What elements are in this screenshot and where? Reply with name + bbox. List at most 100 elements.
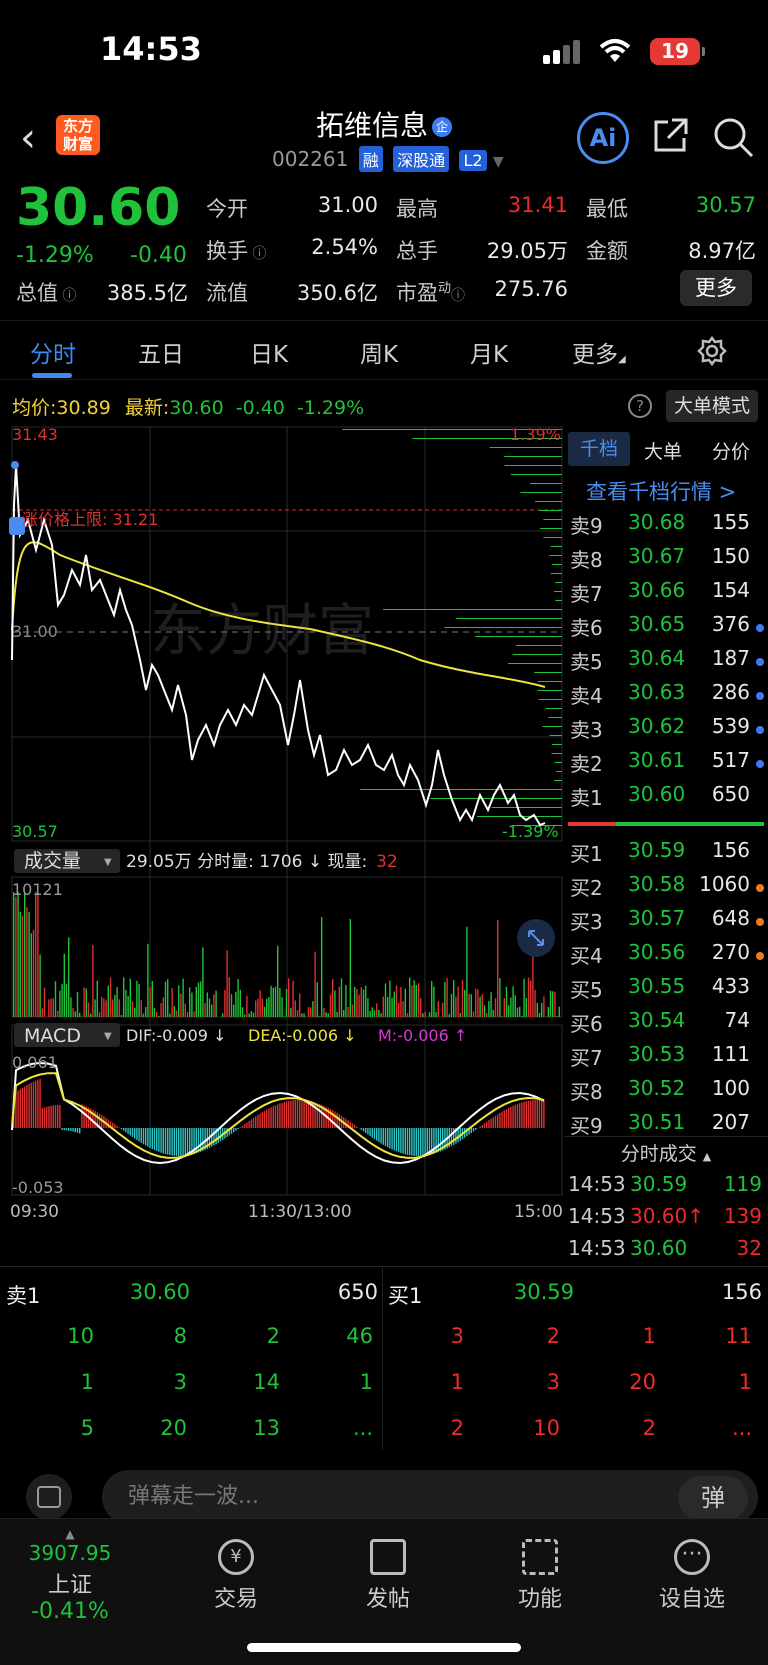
ask-row: 卖8 30.67 150 xyxy=(570,544,750,572)
l2-buy-queue-cell: 3 xyxy=(546,1370,560,1394)
time-start: 09:30 xyxy=(10,1202,59,1222)
enterprise-badge-icon: 企 xyxy=(432,117,452,137)
big-order-mode-button[interactable]: 大单模式 xyxy=(666,390,758,422)
bid-row: 买7 30.53 111 xyxy=(570,1042,750,1070)
bid-row: 买5 30.55 433 xyxy=(570,974,750,1002)
l2-sell-queue-cell: 1 xyxy=(80,1370,94,1394)
pe-label: 市盈动ⓘ xyxy=(396,281,466,305)
time-mid: 11:30/13:00 xyxy=(248,1202,352,1222)
danmu-send-button[interactable]: 弹 xyxy=(678,1476,748,1520)
ask-row: 卖7 30.66 154 xyxy=(570,578,750,606)
ask-row: 卖5 30.64 187 xyxy=(568,646,764,680)
svg-text:▼: ▼ xyxy=(104,857,112,868)
search-icon[interactable] xyxy=(712,116,754,158)
wifi-icon xyxy=(599,39,631,62)
l2-sell-queue-cell: 46 xyxy=(346,1324,373,1348)
turnover-label: 换手 ⓘ xyxy=(206,239,267,263)
nav-post[interactable]: 发帖 xyxy=(328,1519,448,1613)
tab-daily-k[interactable]: 日K xyxy=(250,335,288,369)
amount-value: 8.97亿 xyxy=(688,239,756,263)
intraday-chart[interactable]: 东方财富 31.43 30.57 1.39% -1.39% 31.00 涨价格上… xyxy=(0,425,565,1265)
active-tab-indicator xyxy=(32,373,72,378)
more-button[interactable]: 更多 xyxy=(680,270,752,306)
dropdown-icon[interactable]: ▼ xyxy=(493,154,504,170)
full-depth-link[interactable]: 查看千档行情 > xyxy=(586,476,736,506)
level2-divider xyxy=(0,1266,768,1267)
volume-indicator-menu[interactable]: 成交量 xyxy=(24,850,81,872)
pct-min-label: -1.39% xyxy=(502,822,559,841)
amount-label: 金额 xyxy=(586,239,628,263)
l2-buy-queue-cell: 1 xyxy=(642,1324,656,1348)
nav-add-watchlist[interactable]: ··· 设自选 xyxy=(632,1519,752,1613)
tab-more[interactable]: 更多◢ xyxy=(572,335,626,369)
level2-vdivider xyxy=(382,1268,383,1450)
macd-indicator-menu[interactable]: MACD xyxy=(24,1025,81,1047)
danmu-toggle-icon[interactable] xyxy=(26,1474,72,1520)
bid-ask-ratio-bar xyxy=(568,822,764,826)
low-label: 最低 xyxy=(586,197,628,221)
l2-sell-queue-cell: 13 xyxy=(253,1416,280,1440)
status-time: 14:53 xyxy=(100,30,202,68)
tab-five-day[interactable]: 五日 xyxy=(138,335,184,369)
volume-label: 总手 xyxy=(396,239,438,263)
l2-sell-queue-cell: ... xyxy=(352,1416,373,1440)
order-dot-icon xyxy=(756,952,764,960)
y-max-label: 31.43 xyxy=(12,425,58,444)
volume-info: 29.05万 分时量: 1706 ↓ 现量: xyxy=(126,852,367,872)
l2-buy-queue-cell: ... xyxy=(731,1416,752,1440)
comment-input[interactable]: 弹幕走一波... xyxy=(102,1470,758,1524)
tab-price-dist[interactable]: 分价 xyxy=(712,437,750,464)
macd-min-label: -0.053 xyxy=(12,1178,64,1197)
price-change: -0.40 xyxy=(130,243,187,268)
nav-functions[interactable]: 功能 xyxy=(480,1519,600,1613)
open-value: 31.00 xyxy=(317,193,378,217)
high-value: 31.41 xyxy=(507,193,568,217)
info-icon: ⓘ xyxy=(58,288,77,304)
battery-icon: 19 xyxy=(650,38,705,65)
float-cap-value: 350.6亿 xyxy=(296,281,378,305)
watermark: 东方财富 xyxy=(150,599,374,664)
tab-weekly-k[interactable]: 周K xyxy=(360,335,398,369)
l2-buy-price: 30.59 xyxy=(513,1280,574,1304)
bid-row: 买4 30.56 270 xyxy=(568,940,764,974)
bid-row: 买3 30.57 648 xyxy=(568,906,764,940)
home-indicator xyxy=(247,1643,521,1652)
stock-code: 002261 xyxy=(272,147,349,171)
l2-buy-queue-cell: 10 xyxy=(533,1416,560,1440)
order-dot-icon xyxy=(756,624,764,632)
l2-sell-queue-cell: 8 xyxy=(173,1324,187,1348)
l2-sell-price: 30.60 xyxy=(129,1280,190,1304)
trade-icon: ¥ xyxy=(218,1539,254,1575)
signal-icon xyxy=(543,40,583,64)
index-ticker[interactable]: ▲ 3907.95 上证 -0.41% xyxy=(10,1519,130,1624)
tick-row: 14:53 30.60 32 xyxy=(568,1236,762,1260)
open-label: 今开 xyxy=(206,197,248,221)
help-icon[interactable]: ? xyxy=(628,394,652,418)
l2-buy-queue-cell: 3 xyxy=(450,1324,464,1348)
nav-trade[interactable]: ¥ 交易 xyxy=(176,1519,296,1613)
ask-row: 卖9 30.68 155 xyxy=(570,510,750,538)
share-icon[interactable] xyxy=(650,116,690,156)
l2-buy-queue-cell: 1 xyxy=(450,1370,464,1394)
tab-full-depth[interactable]: 千档 xyxy=(568,432,630,466)
tab-big-orders[interactable]: 大单 xyxy=(644,437,682,464)
settings-gear-icon[interactable] xyxy=(696,335,728,367)
tab-intraday[interactable]: 分时 xyxy=(30,335,76,369)
dif-value: DIF:-0.009 ↓ xyxy=(126,1026,226,1045)
l2-buy-label: 买1 xyxy=(388,1284,423,1308)
current-volume: 32 xyxy=(376,852,398,872)
price-change-pct: -1.29% xyxy=(16,243,94,268)
limit-label: 涨价格上限: 31.21 xyxy=(22,510,158,529)
grid-icon xyxy=(522,1539,558,1575)
turnover-value: 2.54% xyxy=(311,235,378,259)
order-dot-icon xyxy=(756,918,764,926)
l2-sell-queue-cell: 1 xyxy=(359,1370,373,1394)
order-dot-icon xyxy=(756,692,764,700)
l2-buy-queue-cell: 20 xyxy=(629,1370,656,1394)
tab-monthly-k[interactable]: 月K xyxy=(470,335,508,369)
market-cap-label: 总值 ⓘ xyxy=(16,281,77,305)
volume-value: 29.05万 xyxy=(486,239,568,263)
ai-button[interactable]: Ai xyxy=(577,112,629,164)
ticks-header: 分时成交 ▲ xyxy=(564,1136,768,1170)
l2-sell-queue-cell: 14 xyxy=(253,1370,280,1394)
